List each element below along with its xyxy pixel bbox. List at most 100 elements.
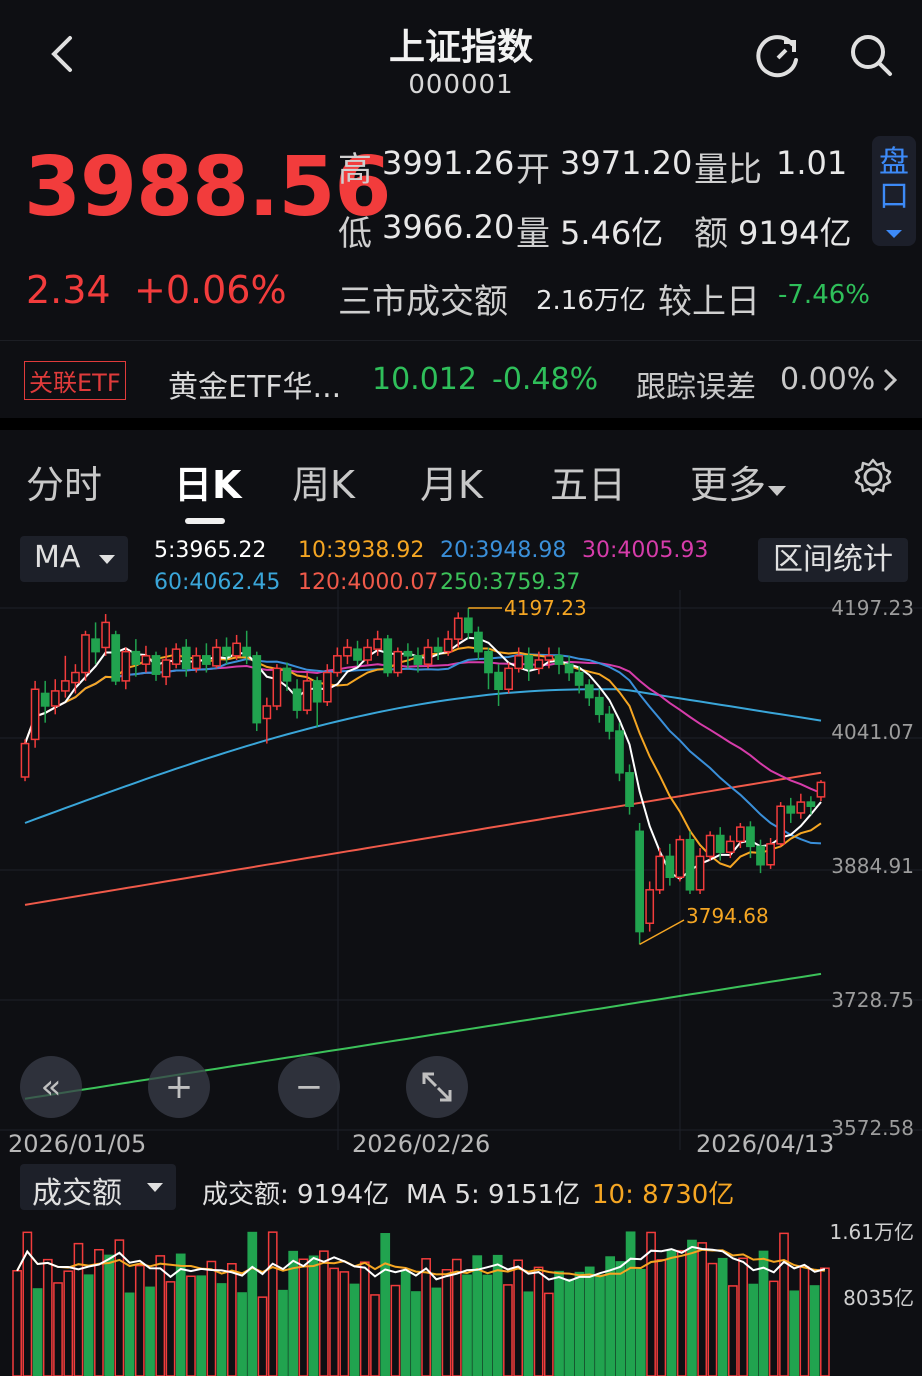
candle-body bbox=[40, 692, 50, 707]
volume-bar bbox=[676, 1249, 687, 1376]
volume-bar bbox=[492, 1254, 503, 1376]
candle-body bbox=[746, 826, 755, 848]
y-tick-label: 4041.07 bbox=[831, 720, 914, 744]
candle bbox=[20, 739, 30, 782]
candle-body bbox=[786, 805, 796, 814]
candle bbox=[171, 643, 181, 669]
interval-stats-button[interactable]: 区间统计 bbox=[758, 538, 908, 582]
volume-bar bbox=[257, 1296, 268, 1376]
candle bbox=[584, 679, 594, 706]
search-icon bbox=[851, 35, 892, 76]
volume-bar bbox=[625, 1231, 636, 1376]
volume-bar bbox=[175, 1253, 186, 1376]
search-button[interactable] bbox=[846, 30, 898, 82]
candle bbox=[635, 822, 644, 945]
volume-bar bbox=[134, 1264, 145, 1376]
refresh-button[interactable] bbox=[752, 30, 806, 84]
etf-tag: 关联ETF bbox=[24, 361, 126, 400]
volume-bar bbox=[768, 1280, 779, 1376]
candle bbox=[292, 679, 302, 719]
volume-bar bbox=[523, 1291, 534, 1376]
indicator-selector[interactable]: MA bbox=[20, 536, 128, 582]
volume-bar bbox=[615, 1261, 626, 1376]
candle-body bbox=[615, 730, 624, 774]
candle-body bbox=[332, 655, 342, 674]
candle bbox=[514, 647, 524, 673]
volume-bar bbox=[165, 1281, 176, 1376]
candle bbox=[343, 639, 352, 665]
ma20-line bbox=[24, 653, 822, 845]
candle-body bbox=[443, 638, 453, 653]
volume-bar bbox=[687, 1239, 697, 1376]
tab-monthly-k[interactable]: 月K bbox=[420, 454, 483, 509]
volume-bar bbox=[298, 1258, 309, 1376]
volume-bar bbox=[400, 1270, 411, 1376]
candle-body bbox=[343, 646, 352, 657]
volume-ma10: 10: 8730亿 bbox=[592, 1180, 735, 1210]
volume-chart[interactable] bbox=[0, 1212, 922, 1376]
vs-prev-value: -7.46% bbox=[778, 280, 870, 310]
candle-body bbox=[463, 617, 473, 634]
candle-body bbox=[776, 805, 786, 845]
tab-five-day[interactable]: 五日 bbox=[550, 454, 626, 509]
candle-body bbox=[121, 650, 131, 682]
tab-more[interactable]: 更多 bbox=[690, 454, 788, 509]
expand-button[interactable] bbox=[406, 1056, 468, 1118]
pankou-button[interactable]: 盘口 bbox=[872, 136, 916, 246]
volume-bar bbox=[543, 1292, 554, 1376]
tracking-error-value: 0.00% bbox=[780, 362, 876, 397]
volume-bar bbox=[237, 1292, 247, 1376]
volume-indicator-selector[interactable]: 成交额 bbox=[20, 1164, 176, 1211]
tab-intraday[interactable]: 分时 bbox=[26, 454, 102, 509]
candle bbox=[101, 614, 111, 656]
volume-bar bbox=[349, 1283, 360, 1376]
candle-body bbox=[574, 671, 584, 686]
candle-body bbox=[484, 650, 493, 674]
volume-bar bbox=[278, 1289, 288, 1376]
vol-ratio-label: 量比 bbox=[694, 150, 762, 190]
chevron-right-icon bbox=[883, 368, 898, 392]
candle bbox=[796, 793, 806, 819]
candle bbox=[30, 680, 40, 748]
candle bbox=[625, 764, 634, 815]
candle-body bbox=[20, 742, 30, 778]
candle-body bbox=[171, 648, 181, 665]
zoom-in-button[interactable]: + bbox=[148, 1056, 210, 1118]
candle-body bbox=[272, 667, 282, 707]
chart-settings-button[interactable] bbox=[852, 456, 894, 498]
volume-bar bbox=[421, 1258, 431, 1376]
rewind-button[interactable]: « bbox=[20, 1056, 82, 1118]
volume-bar bbox=[472, 1255, 483, 1376]
expand-icon bbox=[422, 1072, 452, 1102]
volume-bar bbox=[574, 1271, 585, 1376]
candle bbox=[383, 634, 393, 677]
candle-body bbox=[71, 671, 80, 684]
candle-body bbox=[816, 781, 826, 798]
candle-body bbox=[453, 617, 463, 640]
ma10-line bbox=[24, 646, 822, 869]
candle-body bbox=[232, 642, 241, 657]
candle-body bbox=[735, 826, 745, 843]
candle-body bbox=[161, 659, 171, 678]
candle-body bbox=[131, 650, 141, 665]
tab-daily-k[interactable]: 日K bbox=[174, 454, 241, 509]
candle bbox=[332, 647, 342, 677]
tab-weekly-k[interactable]: 周K bbox=[292, 454, 355, 509]
candle-body bbox=[91, 638, 100, 653]
candle-body bbox=[403, 650, 413, 657]
volume-bar bbox=[533, 1266, 544, 1376]
volume-bar bbox=[380, 1233, 391, 1376]
candle bbox=[695, 848, 705, 894]
candle bbox=[705, 831, 715, 861]
candle-body bbox=[605, 713, 614, 732]
candle-body bbox=[796, 801, 806, 814]
candle bbox=[151, 651, 161, 681]
ma5-value: 5:3965.22 bbox=[154, 538, 267, 563]
vol-ratio-value: 1.01 bbox=[776, 144, 848, 182]
volume-bar bbox=[53, 1282, 63, 1376]
candle bbox=[524, 647, 534, 681]
zoom-out-button[interactable]: − bbox=[278, 1056, 340, 1118]
candle-body bbox=[695, 855, 705, 891]
candle-body bbox=[433, 646, 443, 653]
volume-bar bbox=[390, 1284, 401, 1376]
